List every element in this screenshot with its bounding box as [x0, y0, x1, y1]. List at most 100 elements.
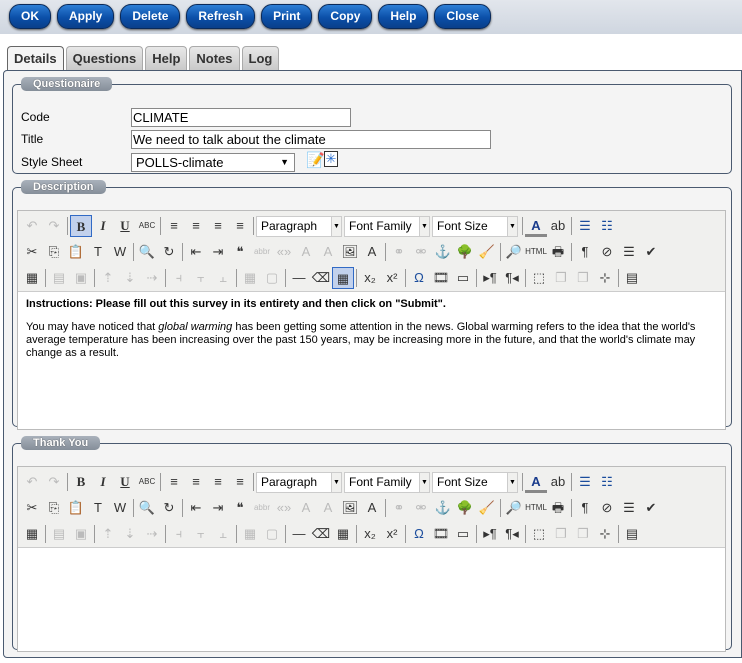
- rtl-icon[interactable]: ¶◂: [501, 523, 523, 545]
- row-props-icon[interactable]: ▤: [48, 523, 70, 545]
- col-before-icon[interactable]: ⫞: [168, 523, 190, 545]
- layer-backward-icon[interactable]: ❐: [572, 267, 594, 289]
- style-sheet-select[interactable]: POLLS-climate ▼: [131, 153, 295, 172]
- subscript-icon[interactable]: x₂: [359, 523, 381, 545]
- table-props-icon[interactable]: ▦: [21, 523, 43, 545]
- apply-button[interactable]: Apply: [57, 4, 115, 29]
- style-props-icon[interactable]: A: [361, 497, 383, 519]
- col-after-icon[interactable]: ⫟: [190, 523, 212, 545]
- blockquote-icon[interactable]: ❝: [229, 241, 251, 263]
- strikethrough-icon[interactable]: ABC: [136, 471, 158, 493]
- font-size-dropdown[interactable]: Font Size ▼: [432, 471, 518, 493]
- insert-table-icon[interactable]: ▦: [332, 267, 354, 289]
- template-icon[interactable]: ▤: [621, 267, 643, 289]
- undo-icon[interactable]: ↶: [21, 471, 43, 493]
- tab-details[interactable]: Details: [7, 46, 64, 71]
- close-button[interactable]: Close: [434, 4, 492, 29]
- align-right-icon[interactable]: ≡: [207, 471, 229, 493]
- paste-icon[interactable]: 📋: [65, 241, 87, 263]
- eraser-icon[interactable]: ⌫: [310, 267, 332, 289]
- remove-format-icon[interactable]: A: [295, 241, 317, 263]
- row-props-icon[interactable]: ▤: [48, 267, 70, 289]
- ltr-icon[interactable]: ▸¶: [479, 267, 501, 289]
- layer-icon[interactable]: ⬚: [528, 267, 550, 289]
- link-icon[interactable]: ⚭: [388, 241, 410, 263]
- new-document-icon[interactable]: ✳: [324, 151, 338, 167]
- superscript-icon[interactable]: x²: [381, 523, 403, 545]
- copy-button[interactable]: Copy: [318, 4, 373, 29]
- unlink-icon[interactable]: ⚮: [410, 497, 432, 519]
- image-icon[interactable]: 🌳: [454, 241, 476, 263]
- bold-icon[interactable]: B: [70, 471, 92, 493]
- tab-log[interactable]: Log: [241, 46, 280, 71]
- row-before-icon[interactable]: ⇡: [97, 267, 119, 289]
- ok-button[interactable]: OK: [9, 4, 51, 29]
- col-before-icon[interactable]: ⫞: [168, 267, 190, 289]
- blockquote-icon[interactable]: ❝: [229, 497, 251, 519]
- background-color-icon[interactable]: ab: [547, 471, 569, 493]
- layer-forward-icon[interactable]: ❐: [550, 267, 572, 289]
- cite-icon[interactable]: «»: [273, 241, 295, 263]
- nonbreaking-icon[interactable]: ⊘: [596, 497, 618, 519]
- image-icon[interactable]: 🌳: [454, 497, 476, 519]
- pilcrow-icon[interactable]: ¶: [574, 497, 596, 519]
- bold-icon[interactable]: B: [70, 215, 92, 237]
- align-center-icon[interactable]: ≡: [185, 215, 207, 237]
- special-char-icon[interactable]: Ω: [408, 523, 430, 545]
- paste-text-icon[interactable]: T: [87, 497, 109, 519]
- print-button[interactable]: Print: [261, 4, 313, 29]
- justify-icon[interactable]: ≡: [229, 215, 251, 237]
- font-family-dropdown[interactable]: Font Family ▼: [344, 471, 430, 493]
- copy-icon[interactable]: ⎘: [43, 497, 65, 519]
- delete-col-icon[interactable]: ⫠: [212, 523, 234, 545]
- align-left-icon[interactable]: ≡: [163, 471, 185, 493]
- tab-questions[interactable]: Questions: [65, 46, 144, 71]
- print-icon[interactable]: 🖶: [547, 241, 569, 263]
- italic-icon[interactable]: I: [92, 471, 114, 493]
- outdent-icon[interactable]: ⇤: [185, 241, 207, 263]
- cut-icon[interactable]: ✂: [21, 497, 43, 519]
- cleanup-icon[interactable]: 🧹: [476, 497, 498, 519]
- styles-icon[interactable]: A: [317, 497, 339, 519]
- ltr-icon[interactable]: ▸¶: [479, 523, 501, 545]
- bullet-list-icon[interactable]: ☰: [574, 215, 596, 237]
- split-cells-icon[interactable]: ▦: [239, 267, 261, 289]
- input-field-icon[interactable]: ▭: [452, 267, 474, 289]
- tab-help[interactable]: Help: [145, 46, 188, 71]
- text-color-icon[interactable]: A: [525, 471, 547, 493]
- paste-word-icon[interactable]: W: [109, 497, 131, 519]
- nonbreaking-icon[interactable]: ⊘: [596, 241, 618, 263]
- numbered-list-icon[interactable]: ☷: [596, 471, 618, 493]
- paste-word-icon[interactable]: W: [109, 241, 131, 263]
- cite-icon[interactable]: «»: [273, 497, 295, 519]
- underline-icon[interactable]: U: [114, 471, 136, 493]
- absolute-icon[interactable]: ⊹: [594, 523, 616, 545]
- tab-notes[interactable]: Notes: [189, 46, 240, 71]
- anchor-icon[interactable]: ⚓: [432, 241, 454, 263]
- undo-icon[interactable]: ↶: [21, 215, 43, 237]
- layer-backward-icon[interactable]: ❐: [572, 523, 594, 545]
- horizontal-rule-icon[interactable]: ☰: [618, 497, 640, 519]
- underline-icon[interactable]: U: [114, 215, 136, 237]
- find-icon[interactable]: 🔍: [136, 241, 158, 263]
- cell-props-icon[interactable]: ▣: [70, 523, 92, 545]
- link-icon[interactable]: ⚭: [388, 497, 410, 519]
- html-icon[interactable]: HTML: [525, 497, 547, 519]
- media-icon[interactable]: 🎞: [430, 267, 452, 289]
- absolute-icon[interactable]: ⊹: [594, 267, 616, 289]
- horizontal-rule-icon[interactable]: ☰: [618, 241, 640, 263]
- align-center-icon[interactable]: ≡: [185, 471, 207, 493]
- col-after-icon[interactable]: ⫟: [190, 267, 212, 289]
- html-icon[interactable]: HTML: [525, 241, 547, 263]
- print-icon[interactable]: 🖶: [547, 497, 569, 519]
- cut-icon[interactable]: ✂: [21, 241, 43, 263]
- cleanup-icon[interactable]: 🧹: [476, 241, 498, 263]
- numbered-list-icon[interactable]: ☷: [596, 215, 618, 237]
- merge-cells-icon[interactable]: ▢: [261, 267, 283, 289]
- merge-cells-icon[interactable]: ▢: [261, 523, 283, 545]
- preview-icon[interactable]: 🔎: [503, 497, 525, 519]
- row-after-icon[interactable]: ⇣: [119, 523, 141, 545]
- media-icon[interactable]: 🎞: [430, 523, 452, 545]
- delete-row-icon[interactable]: ⇢: [141, 267, 163, 289]
- font-family-dropdown[interactable]: Font Family ▼: [344, 215, 430, 237]
